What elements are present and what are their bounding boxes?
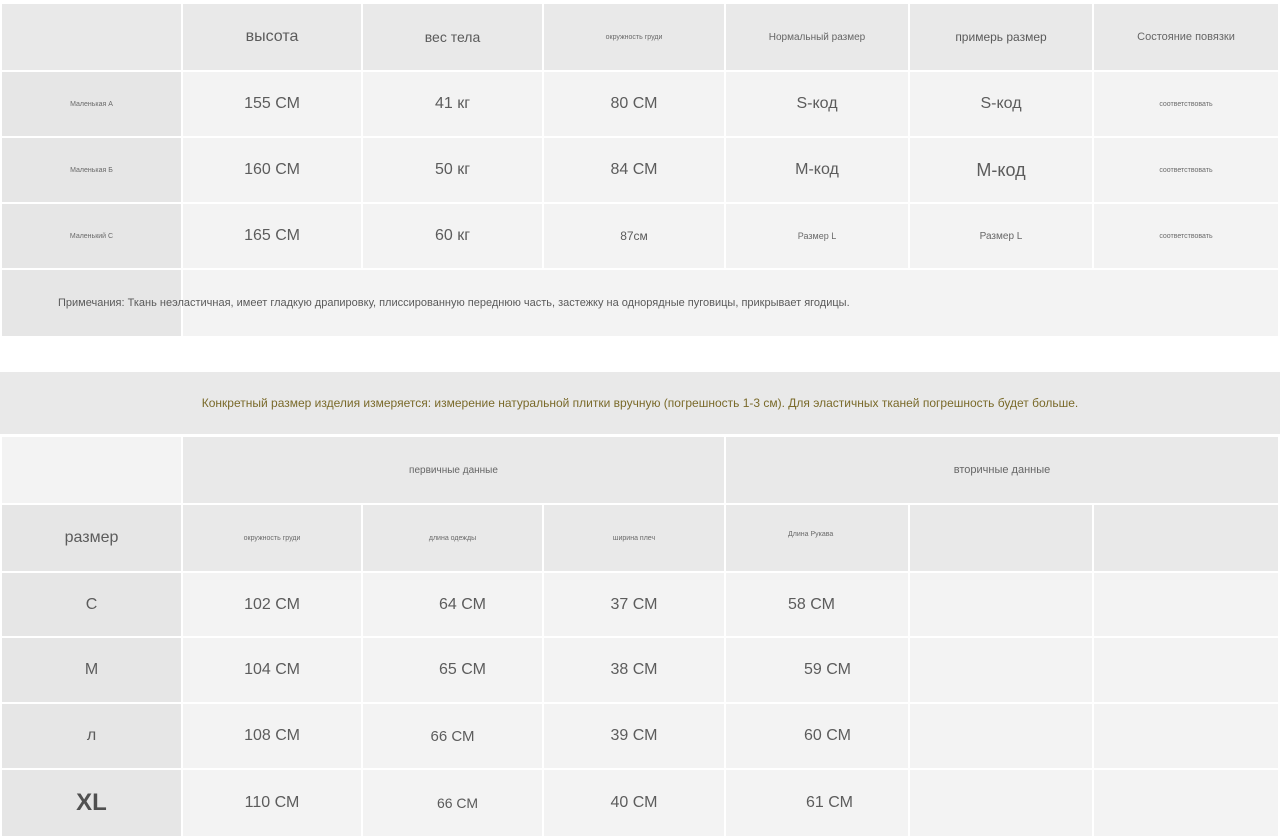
cell-length: 66 СМ xyxy=(363,704,542,768)
cell-chest: 104 СМ xyxy=(183,638,361,702)
empty-cell xyxy=(1094,770,1278,836)
cell-height: 160 СМ xyxy=(183,138,361,202)
cell-chest: 80 СМ xyxy=(544,72,724,136)
header-empty xyxy=(1094,505,1278,571)
group-primary-data: первичные данные xyxy=(183,437,724,503)
cell-height: 155 СМ xyxy=(183,72,361,136)
cell-weight: 50 кг xyxy=(363,138,542,202)
cell-normal-size: Размер L xyxy=(726,204,908,268)
group-secondary-data: вторичные данные xyxy=(726,437,1278,503)
cell-sleeve: 61 СМ xyxy=(726,770,908,836)
cell-length: 64 СМ xyxy=(363,573,542,636)
row-label: Маленькая А xyxy=(2,72,181,136)
cell-chest: 110 СМ xyxy=(183,770,361,836)
empty-cell xyxy=(1094,638,1278,702)
cell-try-size: S-код xyxy=(910,72,1092,136)
cell-shoulder: 38 СМ xyxy=(544,638,724,702)
cell-chest: 102 СМ xyxy=(183,573,361,636)
cell-chest: 84 СМ xyxy=(544,138,724,202)
table-row: Маленькая А 155 СМ 41 кг 80 СМ S-код S-к… xyxy=(0,72,1280,136)
header-chest: окружность груди xyxy=(544,4,724,70)
cell-sleeve: 59 СМ xyxy=(726,638,908,702)
cell-normal-size: S-код xyxy=(726,72,908,136)
header-weight: вес тела xyxy=(363,4,542,70)
empty-cell xyxy=(910,638,1092,702)
table-row: л 108 СМ 66 СМ 39 СМ 60 СМ xyxy=(0,704,1280,768)
cell-shoulder: 40 СМ xyxy=(544,770,724,836)
cell-length: 65 СМ xyxy=(363,638,542,702)
cell-status: соответствовать xyxy=(1094,204,1278,268)
cell-shoulder: 39 СМ xyxy=(544,704,724,768)
header-normal-size: Нормальный размер xyxy=(726,4,908,70)
header-height: высота xyxy=(183,4,361,70)
size-label: М xyxy=(2,638,181,702)
note-text: Примечания: Ткань неэластичная, имеет гл… xyxy=(58,297,850,309)
empty-cell xyxy=(910,704,1092,768)
group-header-row: первичные данные вторичные данные xyxy=(0,437,1280,503)
measurement-banner: Конкретный размер изделия измеряется: из… xyxy=(0,372,1280,434)
cell-weight: 41 кг xyxy=(363,72,542,136)
table-row: М 104 СМ 65 СМ 38 СМ 59 СМ xyxy=(0,638,1280,702)
cell-length: 66 СМ xyxy=(363,770,542,836)
group-corner xyxy=(2,437,181,503)
cell-status: соответствовать xyxy=(1094,138,1278,202)
header-corner xyxy=(2,4,181,70)
cell-weight: 60 кг xyxy=(363,204,542,268)
cell-sleeve: 60 СМ xyxy=(726,704,908,768)
size-label: XL xyxy=(2,770,181,836)
cell-try-size: М-код xyxy=(910,138,1092,202)
cell-status: соответствовать xyxy=(1094,72,1278,136)
cell-chest: 108 СМ xyxy=(183,704,361,768)
empty-cell xyxy=(910,770,1092,836)
size-label: С xyxy=(2,573,181,636)
header-size: размер xyxy=(2,505,181,571)
cell-normal-size: М-код xyxy=(726,138,908,202)
table-row: Маленькая Б 160 СМ 50 кг 84 СМ М-код М-к… xyxy=(0,138,1280,202)
header-sleeve: Длина Рукава xyxy=(726,505,908,571)
table-row: XL 110 СМ 66 СМ 40 СМ 61 СМ xyxy=(0,770,1280,836)
empty-cell xyxy=(1094,704,1278,768)
header-try-size: примерь размер xyxy=(910,4,1092,70)
cell-height: 165 СМ xyxy=(183,204,361,268)
size-label: л xyxy=(2,704,181,768)
cell-shoulder: 37 СМ xyxy=(544,573,724,636)
table-header-row: высота вес тела окружность груди Нормаль… xyxy=(0,4,1280,70)
header-length: длина одежды xyxy=(363,505,542,571)
empty-cell xyxy=(910,573,1092,636)
cell-sleeve: 58 СМ xyxy=(726,573,908,636)
header-shoulder: ширина плеч xyxy=(544,505,724,571)
table-header-row: размер окружность груди длина одежды шир… xyxy=(0,505,1280,571)
row-label: Маленькая Б xyxy=(2,138,181,202)
cell-chest: 87см xyxy=(544,204,724,268)
cell-try-size: Размер L xyxy=(910,204,1092,268)
table-row: Маленький С 165 СМ 60 кг 87см Размер L Р… xyxy=(0,204,1280,268)
table-row: С 102 СМ 64 СМ 37 СМ 58 СМ xyxy=(0,573,1280,636)
row-label: Маленький С xyxy=(2,204,181,268)
header-chest: окружность груди xyxy=(183,505,361,571)
empty-cell xyxy=(1094,573,1278,636)
header-bandage-status: Состояние повязки xyxy=(1094,4,1278,70)
header-empty xyxy=(910,505,1092,571)
